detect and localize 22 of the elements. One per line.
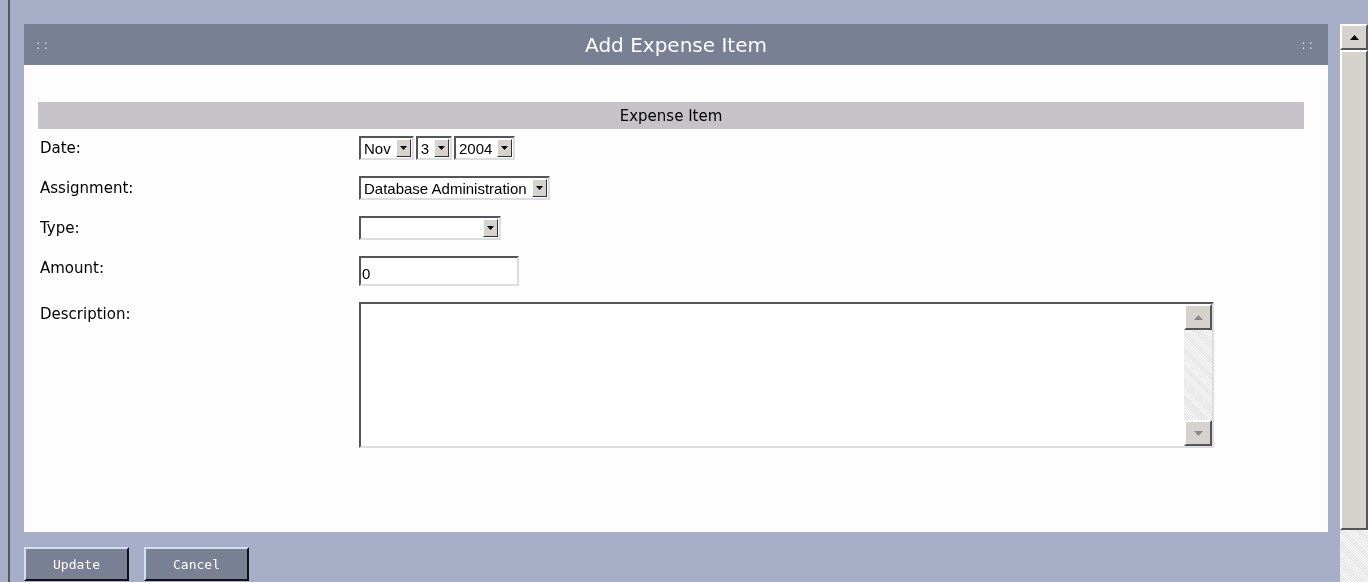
field-label: Date: [39,138,82,157]
scrollbar-thumb[interactable] [1340,50,1368,530]
grip-mark: :: [1301,37,1316,52]
scroll-up-icon[interactable] [1340,24,1368,50]
field-label: Assignment: [39,178,135,197]
amount-field[interactable]: 0 [359,256,519,286]
section-header: Expense Item [38,102,1304,129]
field-label: Type: [39,218,81,237]
scroll-down-icon[interactable] [1184,420,1212,446]
dropdown[interactable]: 3 [415,136,453,160]
dialog-button[interactable]: Update [24,547,129,581]
dropdown[interactable]: Database Administration [359,176,550,200]
field-label: Description: [39,304,132,323]
dropdown[interactable]: 2004 [454,136,516,160]
field-label: Amount: [39,258,105,277]
dialog-button[interactable]: Cancel [144,547,249,581]
scroll-up-icon[interactable] [1184,304,1212,330]
dropdown[interactable] [359,216,501,240]
dialog-title: Add Expense Item [584,32,768,57]
description-field[interactable] [359,302,1214,448]
dropdown[interactable]: Nov [359,136,414,160]
grip-mark: :: [36,37,51,52]
